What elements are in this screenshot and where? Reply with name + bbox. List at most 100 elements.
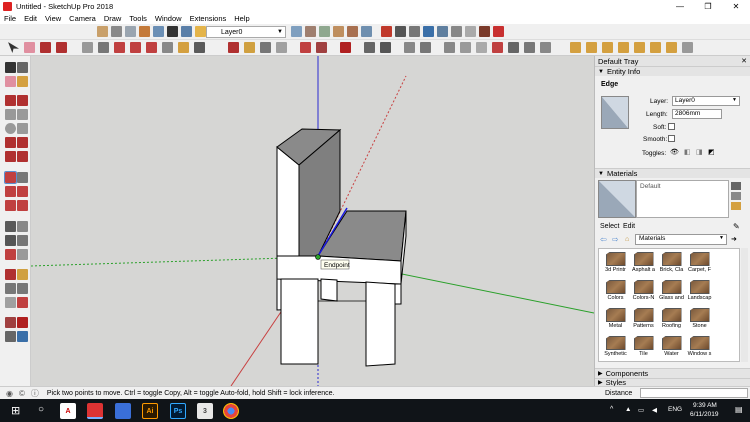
entity-info-header[interactable]: ▼ Entity Info [595,66,750,76]
follow-me-icon[interactable] [17,186,28,197]
help-icon[interactable]: ⓘ [31,388,39,399]
material-item[interactable]: Patterns [630,307,657,333]
axes-tool-icon[interactable] [444,42,455,53]
paint-bucket-icon[interactable] [17,76,28,87]
stamp-icon[interactable] [618,42,629,53]
3d-warehouse-icon[interactable] [395,26,406,37]
previous-view-icon[interactable] [17,297,28,308]
pie-icon[interactable] [17,151,28,162]
tab-select[interactable]: Select [600,223,619,230]
model-canvas[interactable]: Endpoint [31,56,594,386]
material-item[interactable]: Metal [602,307,629,333]
chrome-icon[interactable] [223,403,239,419]
material-item[interactable]: Window s [686,335,713,361]
menu-draw[interactable]: Draw [100,14,126,23]
view-iso-icon[interactable] [291,26,302,37]
protractor-icon[interactable] [380,42,391,53]
layer-manager-icon[interactable] [195,26,206,37]
menu-tools[interactable]: Tools [125,14,151,23]
sandbox-scratch-icon[interactable] [586,42,597,53]
search-icon[interactable]: ○ [38,404,44,415]
push-pull-icon[interactable] [17,172,28,183]
paint-bucket-icon[interactable] [178,42,189,53]
menu-edit[interactable]: Edit [20,14,41,23]
style-hidden-line-icon[interactable] [125,26,136,37]
file-explorer-icon[interactable] [115,403,131,419]
back-arrow-icon[interactable]: ⇦ [600,235,607,244]
zoom-extents-icon[interactable] [5,297,16,308]
photoshop-icon[interactable]: Ps [170,403,186,419]
menu-window[interactable]: Window [151,14,186,23]
display-section-icon[interactable] [437,26,448,37]
dimension-icon[interactable] [404,42,415,53]
fog-icon[interactable] [465,26,476,37]
material-library-dropdown[interactable]: Materials ▼ [635,234,727,245]
components-header[interactable]: ▶ Components [595,368,750,378]
material-item[interactable]: Water [658,335,685,361]
materials-header[interactable]: ▼ Materials [595,168,750,178]
polygon-tool-icon[interactable] [17,123,28,134]
smoove-icon[interactable] [602,42,613,53]
create-material-icon[interactable] [731,182,741,190]
3d-text-icon[interactable] [460,42,471,53]
material-item[interactable]: Glass and [658,279,685,305]
section-plane-icon[interactable] [423,26,434,37]
add-detail-icon[interactable] [650,42,661,53]
material-item[interactable]: Tile [630,335,657,361]
notifications-icon[interactable]: ▤ [735,405,743,414]
intersect-icon[interactable] [508,42,519,53]
eraser-icon[interactable] [24,42,35,53]
zoom-window-icon[interactable] [17,283,28,294]
illustrator-icon[interactable]: Ai [142,403,158,419]
shadows-icon[interactable] [451,26,462,37]
cast-shadows-icon[interactable]: ◧ [684,148,691,156]
line-tool-icon[interactable] [5,95,16,106]
move-tool-icon[interactable] [130,42,141,53]
move-tool-icon[interactable] [4,171,17,184]
pan-icon[interactable] [244,42,255,53]
style-monochrome-icon[interactable] [167,26,178,37]
select-tool-icon[interactable] [8,42,19,53]
battery-icon[interactable]: ▭ [638,406,644,414]
text-tool-icon[interactable] [17,235,28,246]
material-grid-scrollbar[interactable] [741,248,748,362]
protractor-icon[interactable] [5,235,16,246]
modeling-viewport[interactable]: Endpoint [31,56,594,386]
view-back-icon[interactable] [347,26,358,37]
look-around-icon[interactable] [5,331,16,342]
material-item[interactable]: Landscap [686,279,713,305]
rectangle-tool-icon[interactable] [5,109,16,120]
3d-app-icon[interactable]: 3 [197,403,213,419]
eyedropper-icon[interactable]: ✎ [733,222,740,231]
offset-icon[interactable] [17,200,28,211]
scale-tool-icon[interactable] [5,200,16,211]
maximize-button[interactable]: ❐ [694,0,722,12]
windows-start-icon[interactable]: ⊞ [11,404,20,417]
arc-tool-icon[interactable] [5,137,16,148]
material-item[interactable]: Roofing [658,307,685,333]
toolbar-more-icon[interactable] [682,42,693,53]
menu-camera[interactable]: Camera [65,14,100,23]
menu-extensions[interactable]: Extensions [186,14,231,23]
dimension-icon[interactable] [17,221,28,232]
union-icon[interactable] [524,42,535,53]
material-browse-icon[interactable] [731,202,741,210]
two-point-arc-icon[interactable] [17,137,28,148]
current-material-swatch[interactable] [598,180,636,218]
look-around-icon[interactable] [364,42,375,53]
section-fill-icon[interactable] [476,42,487,53]
layer-dropdown[interactable]: Layer0 ▼ [206,26,286,38]
make-component-icon[interactable] [17,62,28,73]
network-icon[interactable]: ▲ [625,406,631,413]
home-icon[interactable]: ⌂ [625,236,629,243]
minimize-button[interactable]: — [666,0,694,12]
drape-icon[interactable] [634,42,645,53]
entity-color-swatch[interactable] [601,96,629,129]
select-tool-icon[interactable] [5,62,16,73]
3d-text-icon[interactable] [17,249,28,260]
styles-header[interactable]: ▶ Styles [595,378,750,386]
offset-icon[interactable] [114,42,125,53]
components-icon[interactable] [381,26,392,37]
entity-layer-dropdown[interactable]: Layer0 ▼ [672,96,740,106]
menu-view[interactable]: View [41,14,65,23]
